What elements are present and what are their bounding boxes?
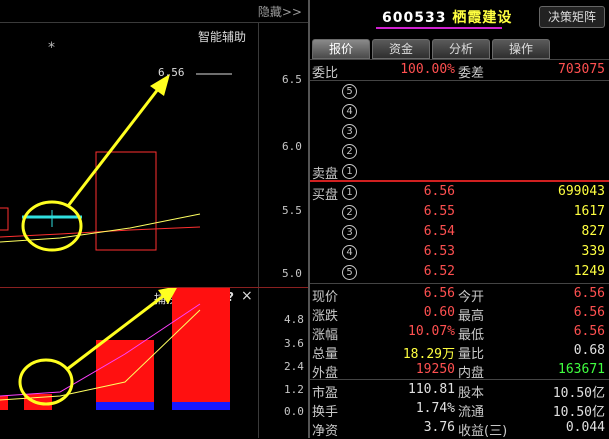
stat-label: 收益(三) xyxy=(458,424,508,439)
sell-level-row: 5 xyxy=(310,81,609,101)
buy-volume: 1617 xyxy=(573,204,605,219)
hide-toggle-button[interactable]: 隐藏>> xyxy=(258,3,302,20)
level-badge: 1 xyxy=(342,185,357,200)
buy-level-row[interactable]: 2 6.55 1617 xyxy=(310,202,609,222)
weibi-value: 100.00% xyxy=(400,62,455,77)
candle-bar xyxy=(95,151,157,251)
level-badge: 5 xyxy=(342,84,357,99)
level-badge: 1 xyxy=(342,164,357,179)
buy-volume: 699043 xyxy=(558,184,605,199)
buy-level-row[interactable]: 5 6.52 1249 xyxy=(310,262,609,282)
axis-tick: 3.6 xyxy=(284,337,304,350)
tab-analysis[interactable]: 分析 xyxy=(432,39,490,59)
tab-operation[interactable]: 操作 xyxy=(492,39,550,59)
buy-label: 买盘 xyxy=(312,188,339,203)
quote-panel: 600533 栖霞建设 决策矩阵 报价 资金 分析 操作 委比 100.00% 委差 … xyxy=(310,0,609,439)
quote-tabs: 报价 资金 分析 操作 xyxy=(312,39,552,59)
level-badge: 4 xyxy=(342,245,357,260)
stat-value: 6.56 xyxy=(573,286,605,301)
axis-tick: 2.4 xyxy=(284,360,304,373)
sell-level-row: 3 xyxy=(310,121,609,141)
axis-tick: 4.8 xyxy=(284,313,304,326)
stat-value: 6.56 xyxy=(423,286,455,301)
tab-quote[interactable]: 报价 xyxy=(312,39,370,59)
stat-value: 10.07% xyxy=(408,324,455,339)
level-badge: 3 xyxy=(342,225,357,240)
weibi-label: 委比 xyxy=(312,66,339,81)
stat-row: 外盘 19250 内盘 163671 xyxy=(310,360,609,381)
level-badge: 2 xyxy=(342,144,357,159)
stat-value: 19250 xyxy=(415,362,455,377)
stat-row: 涨幅 10.07% 最低 6.56 xyxy=(310,322,609,343)
buy-level-row[interactable]: 4 6.53 339 xyxy=(310,242,609,262)
buy-price: 6.56 xyxy=(423,184,455,199)
axis-tick: 1.2 xyxy=(284,383,304,396)
stock-title: 600533 栖霞建设 xyxy=(382,7,512,27)
weicha-value: 703075 xyxy=(558,62,605,77)
order-ratio-row: 委比 100.00% 委差 703075 xyxy=(310,60,609,81)
axis-tick: 0.0 xyxy=(284,405,304,418)
buy-price: 6.52 xyxy=(423,264,455,279)
axis-separator xyxy=(258,22,259,438)
weicha-label: 委差 xyxy=(458,66,485,81)
price-marker-label: 6.56 xyxy=(158,66,185,79)
axis-tick: 6.5 xyxy=(282,73,302,86)
buy-price: 6.55 xyxy=(423,204,455,219)
stock-code: 600533 xyxy=(382,10,447,26)
axis-tick: 6.0 xyxy=(282,140,302,153)
sell-level-row: 4 xyxy=(310,101,609,121)
level-badge: 5 xyxy=(342,265,357,280)
axis-tick: 5.0 xyxy=(282,267,302,280)
level-badge: 3 xyxy=(342,124,357,139)
title-underline xyxy=(376,27,502,29)
stat-value: 110.81 xyxy=(408,382,455,397)
stat-row: 总量 18.29万 量比 0.68 xyxy=(310,341,609,362)
buy-volume: 827 xyxy=(581,224,605,239)
stat-value: 163671 xyxy=(558,362,605,377)
stat-value: 1.74% xyxy=(415,401,455,416)
indicator-chart[interactable] xyxy=(0,288,258,438)
tab-funds[interactable]: 资金 xyxy=(372,39,430,59)
chart-top-bar: 隐藏>> xyxy=(0,0,308,23)
stat-row: 市盈 110.81 股本 10.50亿 xyxy=(310,380,609,401)
stat-value: 0.044 xyxy=(565,420,605,435)
stat-label: 净资 xyxy=(312,424,339,439)
sell-level-row: 2 xyxy=(310,141,609,161)
trend-arrow xyxy=(66,83,164,207)
stat-value: 6.56 xyxy=(573,324,605,339)
stat-value: 0.68 xyxy=(573,343,605,358)
level-badge: 2 xyxy=(342,205,357,220)
buy-level-row[interactable]: 3 6.54 827 xyxy=(310,222,609,242)
buy-volume: 339 xyxy=(581,244,605,259)
decision-matrix-button[interactable]: 决策矩阵 xyxy=(539,6,605,28)
candle-bar-left xyxy=(0,207,9,231)
buy-price: 6.53 xyxy=(423,244,455,259)
stat-value: 3.76 xyxy=(423,420,455,435)
stat-row: 涨跌 0.60 最高 6.56 xyxy=(310,303,609,324)
stat-row: 换手 1.74% 流通 10.50亿 xyxy=(310,399,609,420)
stat-row: 净资 3.76 收益(三) 0.044 xyxy=(310,418,609,439)
buy-level-row[interactable]: 买盘 1 6.56 699043 xyxy=(310,182,609,203)
sell-level-row: 卖盘 1 xyxy=(310,161,609,182)
buy-volume: 1249 xyxy=(573,264,605,279)
stock-name: 栖霞建设 xyxy=(452,10,513,26)
chart-area: 隐藏>> 智能辅助 * 6.56 6.5 6.0 5.5 5.0 捕捞季节 ⚙ … xyxy=(0,0,308,438)
stat-row: 现价 6.56 今开 6.56 xyxy=(310,284,609,305)
axis-tick: 5.5 xyxy=(282,204,302,217)
level-badge: 4 xyxy=(342,104,357,119)
buy-price: 6.54 xyxy=(423,224,455,239)
stat-value: 0.60 xyxy=(423,305,455,320)
stock-header: 600533 栖霞建设 决策矩阵 xyxy=(310,0,609,34)
price-chart[interactable] xyxy=(0,22,258,287)
stat-value: 6.56 xyxy=(573,305,605,320)
